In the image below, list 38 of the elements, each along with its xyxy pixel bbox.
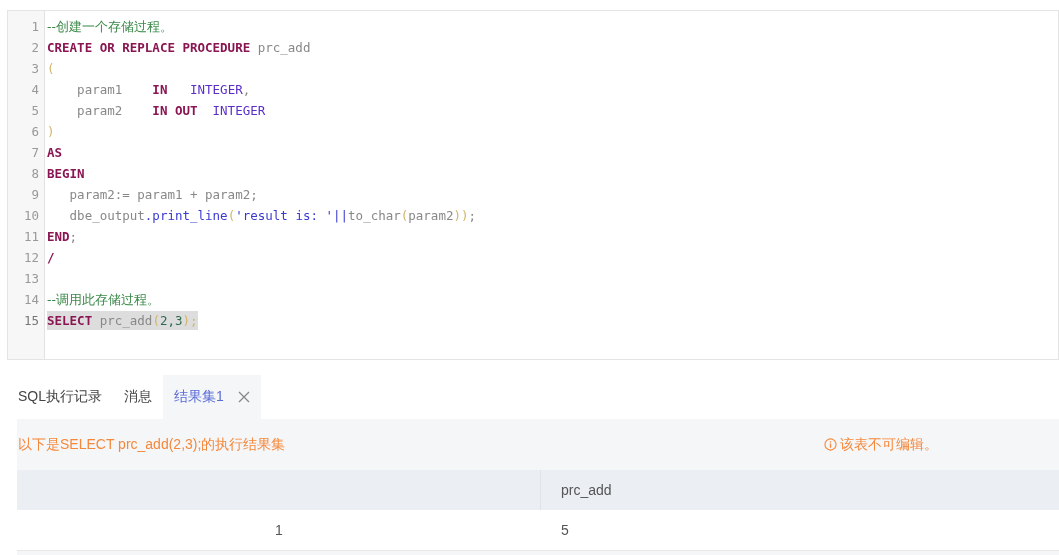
line-number: 4: [30, 82, 40, 97]
code-line: --调用此存储过程。: [47, 291, 161, 309]
line-number: 6: [30, 124, 40, 139]
line-number: 5: [30, 103, 40, 118]
line-number: 2: [30, 40, 40, 55]
line-number: 11: [22, 229, 40, 244]
code-line: CREATE OR REPLACE PROCEDURE prc_add: [47, 39, 311, 57]
code-line: AS: [47, 144, 63, 162]
line-number: 3: [30, 61, 40, 76]
notice-text: 该表不可编辑。: [840, 435, 938, 454]
code-line: (: [47, 60, 55, 78]
tab[interactable]: SQL执行记录: [7, 375, 113, 419]
code-line: /: [47, 249, 55, 267]
line-number: 10: [22, 208, 40, 223]
tab[interactable]: 消息: [113, 375, 163, 419]
code-line: dbe_output.print_line('result is: '||to_char(param2));: [68, 207, 477, 225]
info-icon: [824, 438, 837, 451]
table-cell: 5: [561, 522, 569, 538]
code-line: param1 IN INTEGER,: [76, 81, 251, 99]
line-number: 1: [30, 19, 40, 34]
line-number: 12: [22, 250, 40, 265]
line-number: 15: [22, 313, 40, 328]
column-header: prc_add: [561, 482, 612, 498]
table-cell: 1: [275, 522, 283, 538]
code-line: BEGIN: [47, 165, 85, 183]
code-line: END;: [47, 228, 78, 246]
tab[interactable]: 结果集1: [163, 375, 261, 419]
line-number: 9: [30, 187, 40, 202]
code-line: param2:= param1 + param2;: [68, 186, 258, 204]
result-caption: 以下是SELECT prc_add(2,3);的执行结果集: [18, 435, 287, 454]
line-number: 7: [30, 145, 40, 160]
line-number: 8: [30, 166, 40, 181]
code-line: --创建一个存储过程。: [47, 18, 174, 36]
line-number: 14: [22, 292, 40, 307]
code-line: ): [47, 123, 55, 141]
close-icon[interactable]: [237, 391, 250, 403]
line-number: 13: [22, 271, 40, 286]
code-line: param2 IN OUT INTEGER: [76, 102, 266, 120]
